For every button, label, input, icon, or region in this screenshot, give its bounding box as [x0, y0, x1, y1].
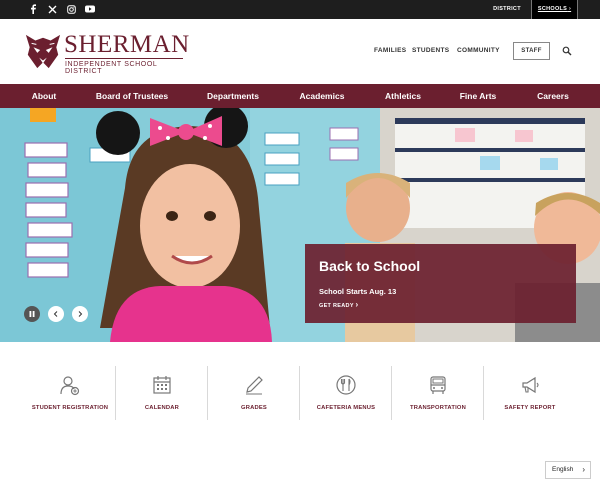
pause-icon	[29, 311, 35, 317]
chevron-left-icon	[53, 311, 58, 317]
families-link[interactable]: FAMILIES	[374, 47, 406, 54]
chevron-right-icon	[78, 311, 83, 317]
transportation-link[interactable]: TRANSPORTATION	[392, 366, 484, 420]
calendar-link[interactable]: CALENDAR	[116, 366, 208, 420]
pause-button[interactable]	[24, 306, 40, 322]
x-twitter-icon[interactable]	[46, 3, 58, 15]
schools-dropdown[interactable]: SCHOOLS ›	[531, 0, 578, 20]
nav-careers[interactable]: Careers	[528, 84, 578, 108]
students-link[interactable]: STUDENTS	[412, 47, 449, 54]
calendar-icon	[153, 376, 171, 394]
utensils-icon	[336, 375, 356, 395]
quick-link-label: TRANSPORTATION	[409, 405, 467, 411]
district-link[interactable]: DISTRICT	[488, 0, 526, 19]
get-ready-link[interactable]: GET READY ›	[319, 300, 358, 309]
language-label: English	[552, 466, 574, 473]
student-registration-link[interactable]: STUDENT REGISTRATION	[24, 366, 116, 420]
chevron-right-icon: ›	[568, 6, 572, 12]
quick-link-label: SAFETY REPORT	[504, 405, 556, 411]
language-select[interactable]: English ›	[545, 461, 591, 479]
caption-text: School Starts Aug. 13	[319, 287, 397, 296]
nav-academics[interactable]: Academics	[290, 84, 354, 108]
bearcat-logo-icon[interactable]	[24, 32, 62, 70]
search-icon[interactable]	[562, 46, 572, 56]
site-header: SHERMAN INDEPENDENT SCHOOL DISTRICT FAMI…	[0, 19, 600, 84]
quick-links: STUDENT REGISTRATION CALENDAR GRADES CAF…	[0, 342, 600, 452]
user-add-icon	[60, 376, 80, 396]
chevron-right-icon: ›	[355, 300, 359, 309]
staff-button[interactable]: STAFF	[513, 42, 550, 60]
next-slide-button[interactable]	[72, 306, 88, 322]
nav-board-of-trustees[interactable]: Board of Trustees	[88, 84, 176, 108]
quick-link-label: CALENDAR	[144, 405, 180, 411]
nav-about[interactable]: About	[24, 84, 64, 108]
previous-slide-button[interactable]	[48, 306, 64, 322]
top-bar: DISTRICT SCHOOLS ›	[0, 0, 600, 20]
youtube-icon[interactable]	[84, 3, 96, 15]
caption-title: Back to School	[319, 258, 421, 274]
grades-link[interactable]: GRADES	[208, 366, 300, 420]
safety-report-link[interactable]: SAFETY REPORT	[484, 366, 576, 420]
megaphone-icon	[522, 376, 539, 394]
nav-departments[interactable]: Departments	[198, 84, 268, 108]
community-link[interactable]: COMMUNITY	[457, 47, 500, 54]
nav-fine-arts[interactable]: Fine Arts	[452, 84, 504, 108]
schools-label: SCHOOLS	[537, 6, 568, 12]
quick-link-label: GRADES	[240, 405, 267, 411]
hero-caption: Back to School School Starts Aug. 13 GET…	[305, 244, 576, 323]
quick-link-label: STUDENT REGISTRATION	[31, 405, 109, 411]
main-nav: About Board of Trustees Departments Acad…	[0, 84, 600, 108]
logo-title[interactable]: SHERMAN	[64, 31, 190, 59]
bus-icon	[430, 376, 446, 394]
pencil-icon	[246, 376, 263, 395]
cafeteria-menus-link[interactable]: CAFETERIA MENUS	[300, 366, 392, 420]
quick-link-label: CAFETERIA MENUS	[316, 405, 376, 411]
instagram-icon[interactable]	[65, 3, 77, 15]
facebook-icon[interactable]	[27, 3, 39, 15]
logo-subtitle: INDEPENDENT SCHOOL DISTRICT	[65, 58, 183, 75]
get-ready-label: GET READY	[319, 303, 354, 309]
chevron-right-icon: ›	[582, 465, 585, 474]
nav-athletics[interactable]: Athletics	[376, 84, 430, 108]
